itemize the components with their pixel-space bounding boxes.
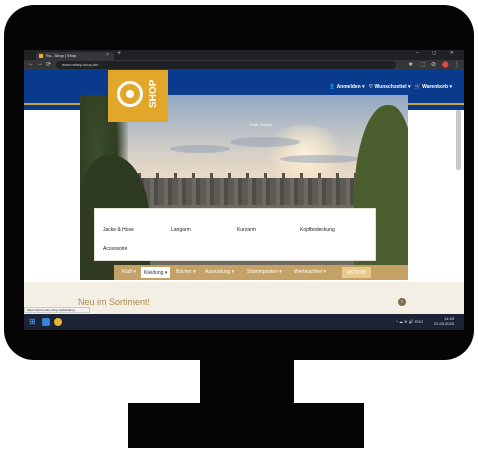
main-nav: Kluft ▾ Kleidung ▾ Bücher ▾ Ausrüstung ▾… xyxy=(114,265,408,280)
tab-title: Ro...Shop | Shop xyxy=(46,53,77,58)
extensions-icon[interactable]: ⬚ xyxy=(420,61,426,68)
dropdown-item-kopfbedeckung[interactable]: Kopfbedeckung xyxy=(300,227,335,233)
nav-item-buecher[interactable]: Bücher ▾ xyxy=(176,269,196,275)
user-links: 👤 Anmelden ▾ ♡ Wunschzettel ▾ 🛒 Warenkor… xyxy=(329,84,452,92)
profile-avatar-icon[interactable]: ⬤ xyxy=(442,61,449,68)
browser-tab[interactable]: Ro...Shop | Shop × xyxy=(36,52,114,60)
dropdown-item-langarm[interactable]: Langarm xyxy=(171,227,191,233)
tab-close-icon[interactable]: × xyxy=(106,52,109,58)
page-scrollbar[interactable] xyxy=(456,110,461,170)
windows-start-icon[interactable]: ⊞ xyxy=(29,318,37,326)
monitor-stand-neck xyxy=(200,350,294,410)
city-skyline xyxy=(130,178,360,208)
cart-link[interactable]: 🛒 Warenkorb ▾ xyxy=(415,84,452,92)
taskbar-clock[interactable]: 14:03 22.03.2023 xyxy=(434,316,454,326)
dropdown-item-accessoire[interactable]: Accessoire xyxy=(103,246,127,252)
section-next-arrow-icon[interactable]: › xyxy=(398,298,406,306)
screen: Ro...Shop | Shop × + ‒ ◻ ✕ ← → ⟳ www.rot… xyxy=(24,50,464,330)
reader-icon[interactable]: ⊘ xyxy=(431,61,436,68)
hero-caption: Foto: Rotary xyxy=(250,122,273,127)
back-icon[interactable]: ← xyxy=(28,61,34,67)
new-tab-button[interactable]: + xyxy=(117,50,121,58)
favicon-icon xyxy=(39,54,43,58)
bookmark-star-icon[interactable]: ★ xyxy=(408,61,413,68)
os-taskbar: ⊞ ^ ☁ ⊕ 🔊 ENG 14:03 22.03.2023 xyxy=(24,314,464,330)
login-link[interactable]: 👤 Anmelden ▾ xyxy=(329,84,365,92)
cloud xyxy=(170,145,230,153)
shop-logo[interactable]: SHOP xyxy=(108,70,168,122)
nav-item-aktion[interactable]: AKTION xyxy=(342,267,371,278)
nav-item-kluft[interactable]: Kluft ▾ xyxy=(122,269,136,275)
section-title: Neu im Sortiment! xyxy=(78,297,151,307)
file-explorer-icon[interactable] xyxy=(42,318,50,326)
nav-item-kleidung[interactable]: Kleidung ▾ xyxy=(141,267,171,278)
status-link-preview: https://www.rotary-shop.de/kleidung xyxy=(24,307,90,313)
system-tray[interactable]: ^ ☁ ⊕ 🔊 ENG xyxy=(396,319,423,324)
wishlist-link[interactable]: ♡ Wunschzettel ▾ xyxy=(369,84,411,92)
reload-icon[interactable]: ⟳ xyxy=(46,61,51,68)
monitor-stand-base xyxy=(128,403,364,448)
nav-item-ausruestung[interactable]: Ausrüstung ▾ xyxy=(205,269,234,275)
dropdown-item-kurzarm[interactable]: Kurzarm xyxy=(237,227,256,233)
nav-item-werbeartikel[interactable]: Werbeartikel ▾ xyxy=(294,269,326,275)
forward-icon[interactable]: → xyxy=(37,61,43,67)
cloud xyxy=(280,155,360,163)
browser-tabbar: Ro...Shop | Shop × + ‒ ◻ ✕ xyxy=(24,50,464,60)
browser-menu-icon[interactable]: ⋮ xyxy=(454,61,460,68)
cloud xyxy=(230,137,300,147)
url-text: www.rotary-shop.de/... xyxy=(62,62,102,67)
clock-date: 22.03.2023 xyxy=(434,321,455,326)
rotary-wheel-icon xyxy=(117,81,143,107)
chrome-icon[interactable] xyxy=(54,318,62,326)
logo-shop-text: SHOP xyxy=(148,79,159,108)
url-field[interactable]: www.rotary-shop.de/... xyxy=(56,61,396,69)
nav-item-stammposten[interactable]: Stammposten ▾ xyxy=(247,269,282,275)
dropdown-item-jacke-hose[interactable]: Jacke & Hose xyxy=(103,227,134,233)
browser-addressbar: ← → ⟳ www.rotary-shop.de/... ★ ⬚ ⊘ ⬤ ⋮ xyxy=(24,60,464,70)
window-controls[interactable]: ‒ ◻ ✕ xyxy=(416,50,460,56)
kleidung-dropdown: Jacke & Hose Langarm Kurzarm Kopfbedecku… xyxy=(94,208,376,261)
